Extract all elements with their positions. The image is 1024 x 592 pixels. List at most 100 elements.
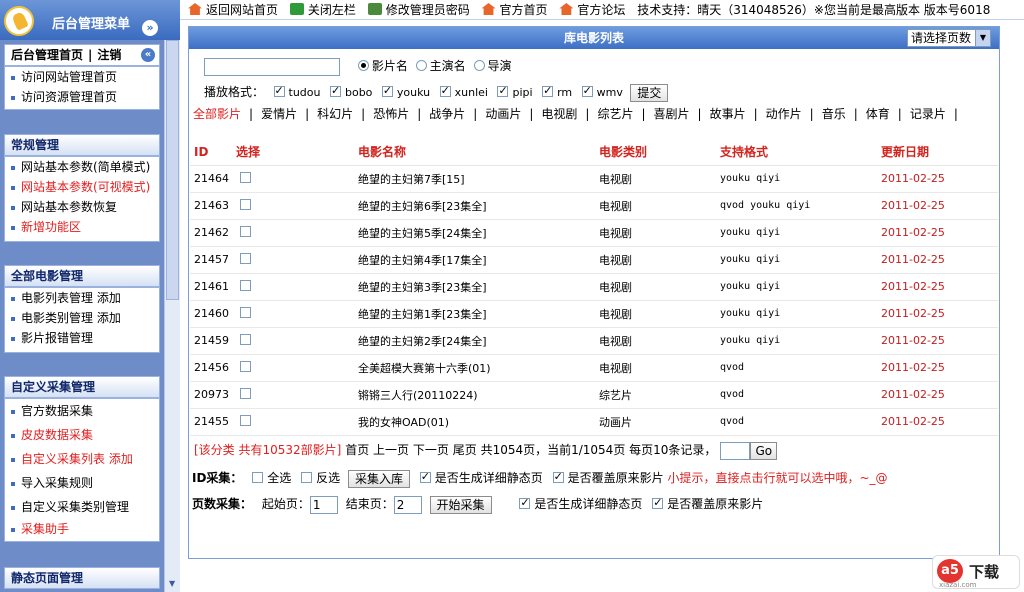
first-page-link[interactable]: 首页 xyxy=(345,443,369,457)
row-checkbox[interactable] xyxy=(240,307,251,318)
page-jump-input[interactable] xyxy=(720,441,751,460)
collapse-icon[interactable]: « xyxy=(141,48,155,62)
sidebar-item-error-report[interactable]: 影片报错管理 xyxy=(5,328,159,348)
row-checkbox[interactable] xyxy=(240,388,251,399)
expand-icon[interactable]: » xyxy=(142,20,158,36)
table-row[interactable]: 21456 全美超模大赛第十六季(01) 电视剧 qvod 2011-02-25 xyxy=(190,354,998,382)
chevron-down-icon[interactable]: ▼ xyxy=(975,30,990,46)
collect-to-db-button[interactable]: 采集入库 xyxy=(347,469,410,488)
last-page-link[interactable]: 尾页 xyxy=(453,443,477,457)
section-header-movies[interactable]: 全部电影管理 xyxy=(4,265,160,287)
gen-static-checkbox[interactable] xyxy=(419,470,431,483)
official-home-link[interactable]: 官方首页 xyxy=(481,0,548,20)
row-checkbox[interactable] xyxy=(240,226,251,237)
row-checkbox[interactable] xyxy=(240,172,251,183)
category-tab[interactable]: 音乐 xyxy=(822,107,846,121)
category-tab[interactable]: 动画片 xyxy=(485,107,521,121)
end-page-input[interactable]: 2 xyxy=(393,495,422,514)
cell-movie-name: 绝望的主妇第6季[23集全] xyxy=(354,192,595,220)
checkbox-rm[interactable] xyxy=(542,84,554,97)
table-row[interactable]: 21462 绝望的主妇第5季[24集全] 电视剧 youku qiyi 2011-02-… xyxy=(190,219,998,247)
table-row[interactable]: 20973 锵锵三人行(20110224) 综艺片 qvod 2011-02-25 xyxy=(190,381,998,409)
prev-page-link[interactable]: 上一页 xyxy=(373,443,409,457)
table-row[interactable]: 21461 绝望的主妇第3季[23集全] 电视剧 youku qiyi 2011-02-… xyxy=(190,273,998,301)
sidebar-item-import-rules[interactable]: 导入采集规则 xyxy=(5,471,159,495)
submit-button[interactable]: 提交 xyxy=(630,84,669,102)
sidebar-item-collect-helper[interactable]: 采集助手 xyxy=(5,519,159,541)
sidebar-item-custom-collect-list[interactable]: 自定义采集列表 添加 xyxy=(5,447,159,471)
checkbox-bobo[interactable] xyxy=(329,84,341,97)
category-tab[interactable]: 故事片 xyxy=(710,107,746,121)
checkbox-wmv[interactable] xyxy=(581,84,593,97)
sidebar-item-pipi-collect[interactable]: 皮皮数据采集 xyxy=(5,423,159,447)
table-row[interactable]: 21457 绝望的主妇第4季[17集全] 电视剧 youku qiyi 2011-02-… xyxy=(190,246,998,274)
scroll-down-icon[interactable]: ▼ xyxy=(169,579,175,588)
table-row[interactable]: 21455 我的女神OAD(01) 动画片 qvod 2011-02-25 xyxy=(190,408,998,436)
bullet-icon xyxy=(11,225,15,230)
row-checkbox[interactable] xyxy=(240,253,251,264)
page-overwrite-checkbox[interactable] xyxy=(652,496,664,509)
start-collect-button[interactable]: 开始采集 xyxy=(429,495,492,514)
section-header-static[interactable]: 静态页面管理 xyxy=(4,567,160,589)
category-tab[interactable]: 恐怖片 xyxy=(373,107,409,121)
row-checkbox[interactable] xyxy=(240,334,251,345)
row-checkbox[interactable] xyxy=(240,361,251,372)
logout-link[interactable]: 注销 xyxy=(97,48,121,62)
home-link[interactable]: 返回网站首页 xyxy=(188,0,278,20)
category-tab[interactable]: 科幻片 xyxy=(317,107,353,121)
change-password-link[interactable]: 修改管理员密码 xyxy=(367,0,470,20)
cell-formats: youku qiyi xyxy=(716,165,877,193)
sidebar-item-basic-visual[interactable]: 网站基本参数(可视模式) xyxy=(5,177,159,197)
scrollbar-thumb[interactable] xyxy=(166,40,179,300)
radio-director[interactable] xyxy=(473,60,485,71)
table-row[interactable]: 21460 绝望的主妇第1季[23集全] 电视剧 youku qiyi 2011-02-… xyxy=(190,300,998,328)
row-checkbox[interactable] xyxy=(240,199,251,210)
sidebar-item-basic-simple[interactable]: 网站基本参数(简单模式) xyxy=(5,157,159,177)
category-tab[interactable]: 动作片 xyxy=(766,107,802,121)
search-input[interactable] xyxy=(204,57,340,76)
sidebar-item-collect-category[interactable]: 自定义采集类别管理 xyxy=(5,495,159,519)
section-header-collect[interactable]: 自定义采集管理 xyxy=(4,376,160,398)
checkbox-pipi[interactable] xyxy=(497,84,509,97)
table-row[interactable]: 21459 绝望的主妇第2季[24集全] 电视剧 youku qiyi 2011-02-… xyxy=(190,327,998,355)
category-tab[interactable]: 综艺片 xyxy=(597,107,633,121)
official-forum-link[interactable]: 官方论坛 xyxy=(559,0,625,20)
checkbox-xunlei[interactable] xyxy=(439,84,451,97)
start-page-input[interactable]: 1 xyxy=(309,495,338,514)
radio-actor-name[interactable] xyxy=(415,60,427,71)
category-tab[interactable]: 体育 xyxy=(866,107,890,121)
category-tab[interactable]: 全部影片 xyxy=(193,107,241,121)
sidebar-item-resource-admin[interactable]: 访问资源管理首页 xyxy=(5,87,159,107)
page-select-dropdown[interactable]: 请选择页数 ▼ xyxy=(907,29,991,47)
section-header-general[interactable]: 常规管理 xyxy=(4,134,160,156)
invert-select-checkbox[interactable] xyxy=(301,472,313,483)
row-checkbox[interactable] xyxy=(240,415,251,426)
row-checkbox[interactable] xyxy=(240,280,251,291)
radio-movie-name[interactable] xyxy=(357,60,369,71)
table-row[interactable]: 21464 绝望的主妇第7季[15] 电视剧 youku qiyi 2011-02-25 xyxy=(190,165,998,193)
table-row[interactable]: 21463 绝望的主妇第6季[23集全] 电视剧 qvod youku qiyi 201… xyxy=(190,192,998,220)
overwrite-checkbox[interactable] xyxy=(552,470,564,483)
sidebar-item-movie-category[interactable]: 电影类别管理 添加 xyxy=(5,308,159,328)
close-left-link[interactable]: 关闭左栏 xyxy=(289,0,356,20)
category-tab[interactable]: 记录片 xyxy=(910,107,946,121)
category-tab[interactable]: 喜剧片 xyxy=(654,107,690,121)
checkbox-youku[interactable] xyxy=(381,84,393,97)
select-all-checkbox[interactable] xyxy=(252,472,264,483)
admin-home-link[interactable]: 后台管理首页 xyxy=(11,48,83,62)
page-gen-static-checkbox[interactable] xyxy=(519,496,531,509)
sidebar-item-movie-list[interactable]: 电影列表管理 添加 xyxy=(5,288,159,308)
category-tab[interactable]: 爱情片 xyxy=(261,107,297,121)
sidebar-item-site-admin[interactable]: 访问网站管理首页 xyxy=(5,67,159,87)
close-left-icon xyxy=(289,3,304,15)
category-tab[interactable]: 电视剧 xyxy=(541,107,577,121)
sidebar-scrollbar[interactable]: ▼ xyxy=(164,40,180,592)
sidebar-item-new-feature[interactable]: 新增功能区 xyxy=(5,217,159,237)
next-page-link[interactable]: 下一页 xyxy=(413,443,449,457)
category-tab[interactable]: 战争片 xyxy=(429,107,465,121)
checkbox-tudou[interactable] xyxy=(273,84,285,97)
sidebar-item-basic-restore[interactable]: 网站基本参数恢复 xyxy=(5,197,159,217)
go-button[interactable]: Go xyxy=(750,441,778,460)
sidebar-item-official-collect[interactable]: 官方数据采集 xyxy=(5,399,159,423)
movie-list-panel: 库电影列表 请选择页数▼ 影片名 主演名 导演 播放格式： tudou bobo… xyxy=(188,26,1000,559)
